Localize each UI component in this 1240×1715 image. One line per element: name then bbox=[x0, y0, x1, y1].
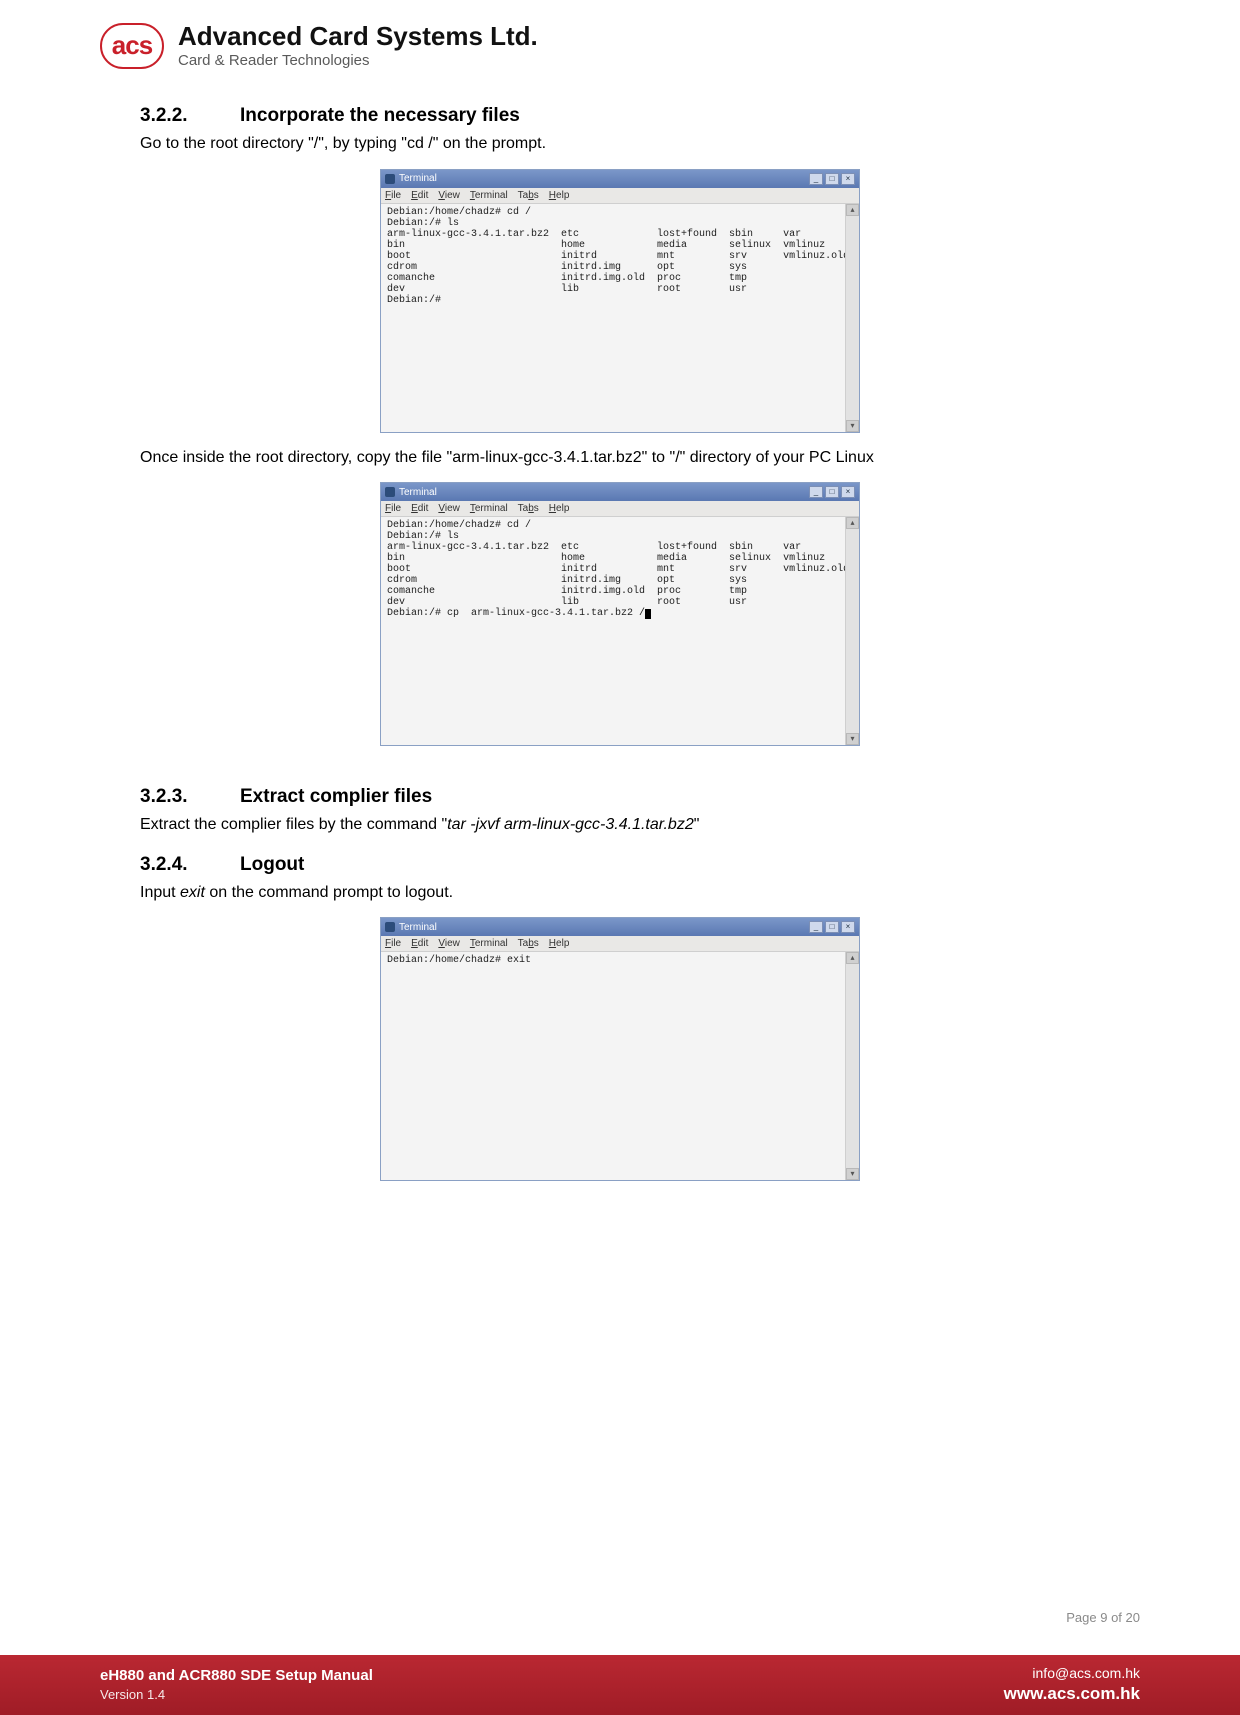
paragraph-logout: Input exit on the command prompt to logo… bbox=[140, 882, 1100, 904]
scroll-down-icon[interactable]: ▾ bbox=[846, 733, 859, 745]
menu-help[interactable]: Help bbox=[549, 503, 570, 514]
heading-3-2-3: 3.2.3. Extract complier files bbox=[140, 786, 1100, 808]
brand-tagline: Card & Reader Technologies bbox=[178, 53, 538, 70]
terminal-scrollbar[interactable]: ▴ ▾ bbox=[845, 204, 859, 432]
menu-file[interactable]: File bbox=[385, 503, 401, 514]
brand-company: Advanced Card Systems Ltd. bbox=[178, 22, 538, 51]
maximize-button[interactable]: □ bbox=[825, 173, 839, 185]
terminal-menubar: File Edit View Terminal Tabs Help bbox=[381, 501, 859, 517]
terminal-titlebar: Terminal _ □ × bbox=[381, 483, 859, 501]
menu-terminal[interactable]: Terminal bbox=[470, 503, 508, 514]
heading-number: 3.2.3. bbox=[140, 786, 198, 808]
terminal-output: Debian:/home/chadz# cd / Debian:/# ls ar… bbox=[381, 204, 845, 432]
menu-view[interactable]: View bbox=[438, 190, 460, 201]
terminal-title-text: Terminal bbox=[399, 487, 437, 498]
menu-file[interactable]: File bbox=[385, 190, 401, 201]
footer-website: www.acs.com.hk bbox=[1004, 1683, 1140, 1706]
terminal-icon bbox=[385, 922, 395, 932]
minimize-button[interactable]: _ bbox=[809, 921, 823, 933]
scroll-down-icon[interactable]: ▾ bbox=[846, 1168, 859, 1180]
menu-edit[interactable]: Edit bbox=[411, 190, 428, 201]
acs-logo-icon: acs bbox=[100, 23, 164, 69]
terminal-icon bbox=[385, 487, 395, 497]
footer-bar: eH880 and ACR880 SDE Setup Manual Versio… bbox=[0, 1655, 1240, 1715]
scroll-up-icon[interactable]: ▴ bbox=[846, 952, 859, 964]
terminal-title-text: Terminal bbox=[399, 173, 437, 184]
minimize-button[interactable]: _ bbox=[809, 173, 823, 185]
menu-help[interactable]: Help bbox=[549, 190, 570, 201]
terminal-screenshot-1: Terminal _ □ × File Edit View Terminal T… bbox=[380, 169, 860, 433]
brand-text: Advanced Card Systems Ltd. Card & Reader… bbox=[178, 22, 538, 69]
menu-terminal[interactable]: Terminal bbox=[470, 190, 508, 201]
terminal-screenshot-2: Terminal _ □ × File Edit View Terminal T… bbox=[380, 482, 860, 746]
menu-view[interactable]: View bbox=[438, 938, 460, 949]
heading-title: Extract complier files bbox=[240, 786, 432, 808]
close-button[interactable]: × bbox=[841, 173, 855, 185]
paragraph-cd-root: Go to the root directory "/", by typing … bbox=[140, 133, 1100, 155]
footer-email: info@acs.com.hk bbox=[1004, 1664, 1140, 1683]
terminal-menubar: File Edit View Terminal Tabs Help bbox=[381, 188, 859, 204]
terminal-titlebar: Terminal _ □ × bbox=[381, 170, 859, 188]
heading-3-2-4: 3.2.4. Logout bbox=[140, 854, 1100, 876]
menu-edit[interactable]: Edit bbox=[411, 503, 428, 514]
scroll-up-icon[interactable]: ▴ bbox=[846, 204, 859, 216]
menu-tabs[interactable]: Tabs bbox=[518, 190, 539, 201]
heading-3-2-2: 3.2.2. Incorporate the necessary files bbox=[140, 105, 1100, 127]
menu-tabs[interactable]: Tabs bbox=[518, 503, 539, 514]
paragraph-copy-file: Once inside the root directory, copy the… bbox=[140, 447, 1100, 469]
footer-doc-title: eH880 and ACR880 SDE Setup Manual bbox=[100, 1666, 373, 1686]
brand-header: acs Advanced Card Systems Ltd. Card & Re… bbox=[100, 22, 1140, 69]
paragraph-extract: Extract the complier files by the comman… bbox=[140, 814, 1100, 836]
maximize-button[interactable]: □ bbox=[825, 921, 839, 933]
menu-terminal[interactable]: Terminal bbox=[470, 938, 508, 949]
heading-number: 3.2.4. bbox=[140, 854, 198, 876]
scroll-down-icon[interactable]: ▾ bbox=[846, 420, 859, 432]
terminal-titlebar: Terminal _ □ × bbox=[381, 918, 859, 936]
close-button[interactable]: × bbox=[841, 486, 855, 498]
close-button[interactable]: × bbox=[841, 921, 855, 933]
heading-title: Logout bbox=[240, 854, 304, 876]
heading-title: Incorporate the necessary files bbox=[240, 105, 520, 127]
heading-number: 3.2.2. bbox=[140, 105, 198, 127]
minimize-button[interactable]: _ bbox=[809, 486, 823, 498]
terminal-screenshot-3: Terminal _ □ × File Edit View Terminal T… bbox=[380, 917, 860, 1181]
terminal-scrollbar[interactable]: ▴ ▾ bbox=[845, 952, 859, 1180]
menu-file[interactable]: File bbox=[385, 938, 401, 949]
menu-view[interactable]: View bbox=[438, 503, 460, 514]
cursor-icon bbox=[645, 609, 651, 619]
menu-tabs[interactable]: Tabs bbox=[518, 938, 539, 949]
page-number: Page 9 of 20 bbox=[1066, 1610, 1140, 1625]
terminal-icon bbox=[385, 174, 395, 184]
terminal-menubar: File Edit View Terminal Tabs Help bbox=[381, 936, 859, 952]
terminal-output: Debian:/home/chadz# exit bbox=[381, 952, 845, 1180]
menu-edit[interactable]: Edit bbox=[411, 938, 428, 949]
menu-help[interactable]: Help bbox=[549, 938, 570, 949]
footer-version: Version 1.4 bbox=[100, 1686, 373, 1704]
terminal-scrollbar[interactable]: ▴ ▾ bbox=[845, 517, 859, 745]
scroll-up-icon[interactable]: ▴ bbox=[846, 517, 859, 529]
terminal-title-text: Terminal bbox=[399, 922, 437, 933]
terminal-output: Debian:/home/chadz# cd / Debian:/# ls ar… bbox=[381, 517, 845, 745]
maximize-button[interactable]: □ bbox=[825, 486, 839, 498]
